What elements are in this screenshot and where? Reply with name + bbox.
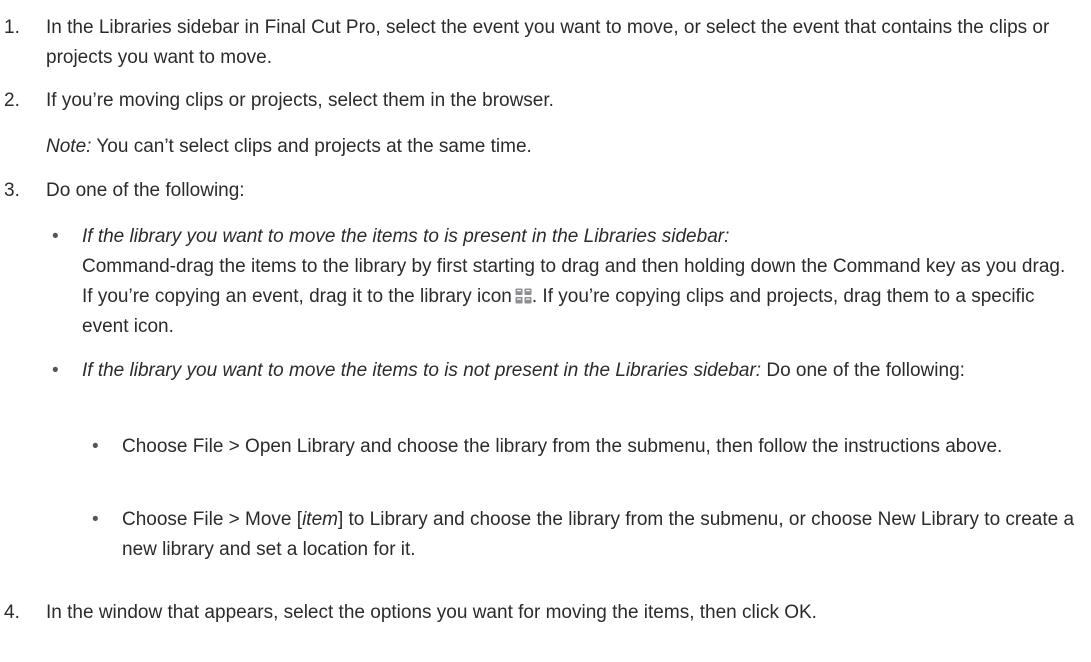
step-text: If you’re moving clips or projects, sele… — [46, 90, 554, 111]
bullet-glyph: • — [52, 360, 59, 381]
step-number: 3. — [4, 180, 20, 201]
note: Note: You can’t select clips and project… — [46, 132, 1076, 162]
bullet-condition: If the library you want to move the item… — [82, 360, 762, 381]
bullet-instruction: Do one of the following: — [761, 360, 965, 381]
step-number: 2. — [4, 90, 20, 111]
bullet-glyph: • — [92, 436, 99, 457]
sub-bullet-text: Choose File > Move [item] to Library and… — [122, 505, 1077, 565]
sub-bullet-item: • Choose File > Move [item] to Library a… — [92, 505, 1077, 565]
bullet-item: • If the library you want to move the it… — [52, 356, 1072, 386]
sub-bullet-text-pre: Choose File > Move [ — [122, 509, 303, 530]
bullet-text: If the library you want to move the item… — [82, 222, 1072, 342]
step-1: 1. In the Libraries sidebar in Final Cut… — [0, 13, 1080, 73]
step-text: In the window that appears, select the o… — [46, 602, 817, 623]
sub-bullet-item: • Choose File > Open Library and choose … — [92, 432, 1077, 462]
step-number: 1. — [4, 17, 20, 38]
step-2: 2. If you’re moving clips or projects, s… — [0, 86, 1080, 116]
help-article: 1. In the Libraries sidebar in Final Cut… — [0, 0, 1091, 662]
bullet-item: • If the library you want to move the it… — [52, 222, 1072, 342]
step-text: Do one of the following: — [46, 180, 245, 201]
step-4: 4. In the window that appears, select th… — [0, 598, 1080, 628]
step-3: 3. Do one of the following: — [0, 176, 1080, 206]
note-label: Note: — [46, 136, 92, 157]
bullet-text: If the library you want to move the item… — [82, 356, 1072, 386]
bullet-condition: If the library you want to move the item… — [82, 226, 730, 247]
library-icon — [515, 288, 532, 304]
step-number: 4. — [4, 602, 20, 623]
bullet-glyph: • — [52, 226, 59, 247]
sub-bullet-text: Choose File > Open Library and choose th… — [122, 436, 1003, 457]
sub-bullet-text-italic: item — [302, 509, 338, 530]
note-text: You can’t select clips and projects at t… — [91, 136, 532, 157]
step-text: In the Libraries sidebar in Final Cut Pr… — [46, 17, 1050, 68]
bullet-glyph: • — [92, 509, 99, 530]
